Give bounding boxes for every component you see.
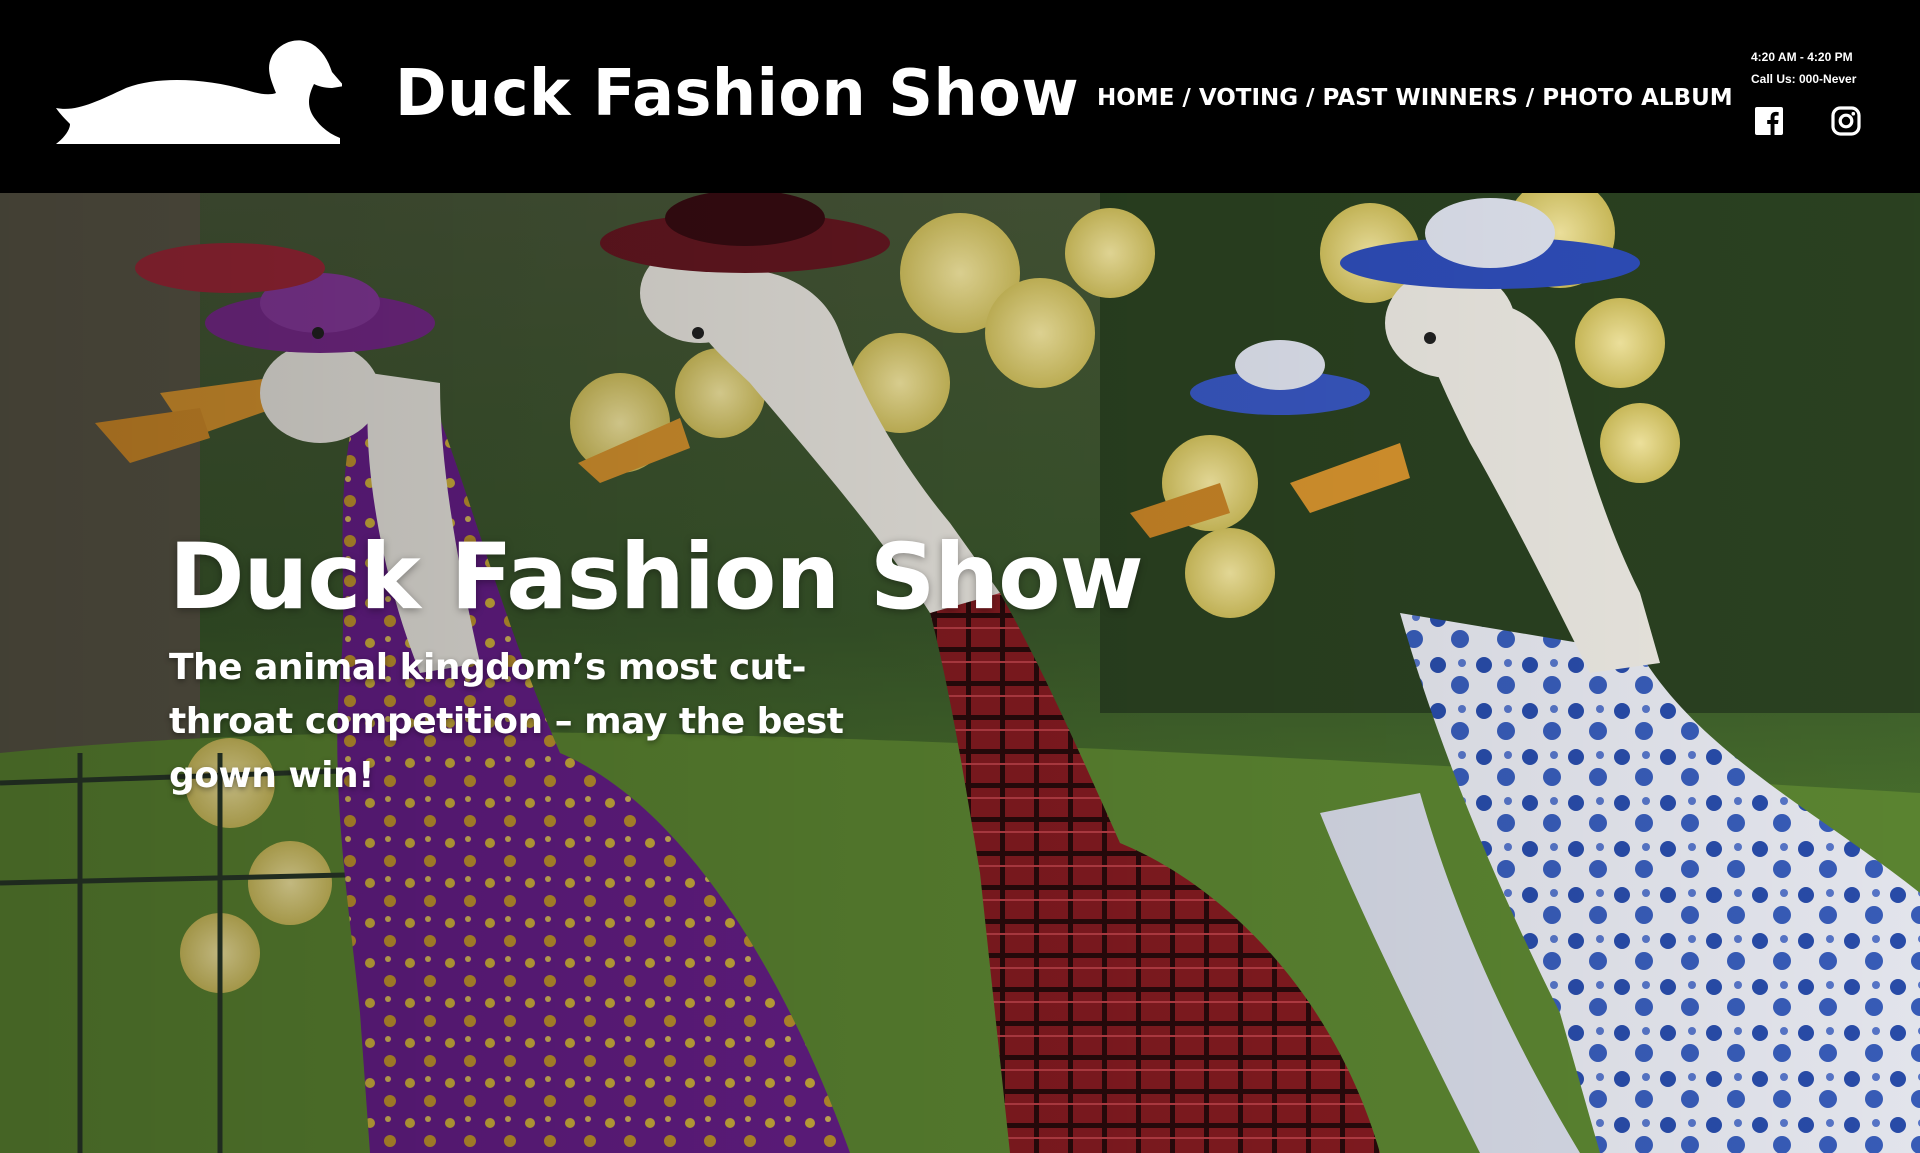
nav-voting[interactable]: VOTING bbox=[1199, 85, 1298, 111]
phone-number: Call Us: 000-Never bbox=[1751, 72, 1857, 86]
nav-photo-album[interactable]: PHOTO ALBUM bbox=[1542, 85, 1732, 111]
nav-past-winners[interactable]: PAST WINNERS bbox=[1323, 85, 1518, 111]
site-header: Duck Fashion Show HOME / VOTING / PAST W… bbox=[0, 0, 1920, 193]
nav-home[interactable]: HOME bbox=[1097, 85, 1174, 111]
facebook-icon[interactable] bbox=[1754, 106, 1784, 136]
instagram-icon[interactable] bbox=[1831, 106, 1861, 136]
nav-separator: / bbox=[1182, 85, 1191, 111]
brand-title[interactable]: Duck Fashion Show bbox=[395, 52, 1079, 136]
duck-logo-icon[interactable] bbox=[56, 38, 344, 144]
hero-section: Duck Fashion Show The animal kingdom’s m… bbox=[0, 193, 1920, 1153]
hero-title: Duck Fashion Show bbox=[169, 525, 1144, 630]
main-nav: HOME / VOTING / PAST WINNERS / PHOTO ALB… bbox=[1097, 82, 1733, 114]
nav-separator: / bbox=[1306, 85, 1315, 111]
hero-subtitle: The animal kingdom’s most cut-throat com… bbox=[169, 647, 844, 796]
nav-separator: / bbox=[1525, 85, 1535, 111]
contact-info: 4:20 AM - 4:20 PM Call Us: 000-Never bbox=[1751, 46, 1856, 90]
opening-hours: 4:20 AM - 4:20 PM bbox=[1751, 50, 1853, 64]
